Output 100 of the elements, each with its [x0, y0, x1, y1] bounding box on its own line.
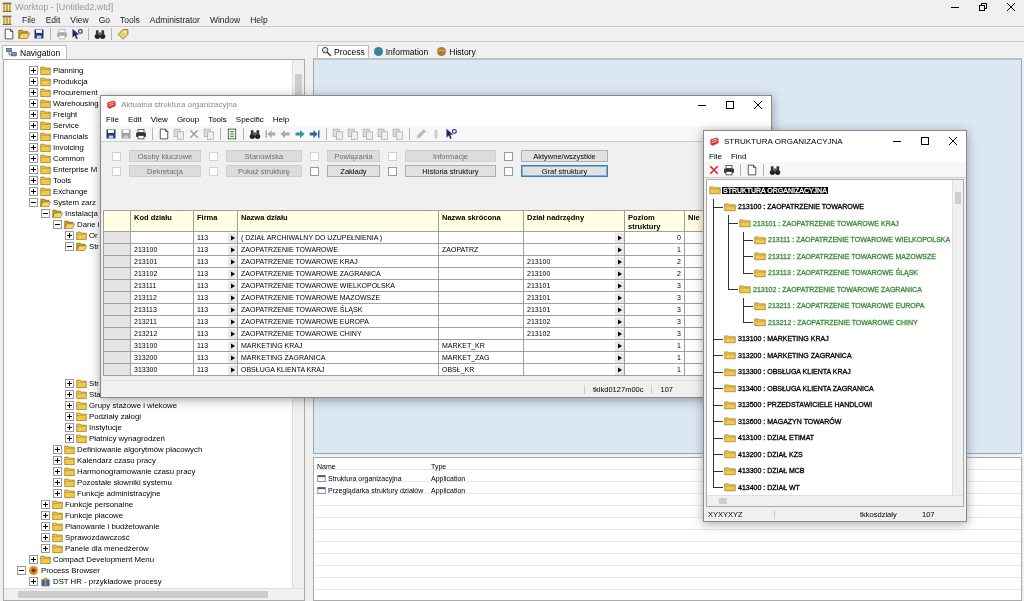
close-button[interactable]: [948, 136, 958, 146]
lookup-button[interactable]: [615, 316, 624, 327]
lookup-button[interactable]: [615, 352, 624, 363]
last-record-icon[interactable]: [309, 127, 321, 140]
menu-item[interactable]: Help: [272, 115, 290, 124]
menu-item[interactable]: File: [106, 115, 119, 124]
checkbox[interactable]: [310, 166, 319, 176]
navigation-tab[interactable]: Navigation: [2, 45, 68, 59]
expand-toggle[interactable]: [41, 544, 50, 553]
expand-toggle[interactable]: [29, 66, 38, 75]
lookup-button[interactable]: [228, 352, 237, 363]
menu-item[interactable]: Specific: [235, 115, 264, 124]
menu-item[interactable]: Tools: [120, 14, 140, 25]
new-document-icon[interactable]: [746, 163, 758, 176]
expand-toggle[interactable]: [53, 478, 62, 487]
expand-toggle[interactable]: [41, 209, 50, 218]
lookup-button[interactable]: [615, 340, 624, 351]
expand-toggle[interactable]: [41, 522, 50, 531]
checkbox[interactable]: [388, 166, 397, 176]
close-button[interactable]: [753, 99, 763, 110]
lookup-button[interactable]: [228, 364, 237, 375]
menu-item[interactable]: View: [70, 14, 89, 25]
lookup-button[interactable]: [615, 280, 624, 291]
expand-toggle[interactable]: [41, 511, 50, 520]
menu-item[interactable]: Edit: [127, 115, 142, 124]
restore-button[interactable]: [978, 1, 988, 12]
expand-toggle[interactable]: [65, 390, 74, 399]
help-cursor-icon[interactable]: [71, 28, 83, 40]
close-button[interactable]: [1006, 1, 1016, 12]
lookup-button[interactable]: [615, 304, 624, 315]
expand-toggle[interactable]: [29, 110, 38, 119]
expand-toggle[interactable]: [29, 198, 38, 207]
expand-toggle[interactable]: [65, 379, 74, 388]
lookup-button[interactable]: [228, 244, 237, 255]
expand-toggle[interactable]: [29, 99, 38, 108]
lookup-button[interactable]: [615, 364, 624, 375]
expand-toggle[interactable]: [41, 500, 50, 509]
new-document-icon[interactable]: [3, 28, 15, 40]
menu-item[interactable]: Help: [250, 14, 268, 25]
menu-item[interactable]: Edit: [45, 14, 61, 25]
lookup-button[interactable]: [228, 304, 237, 315]
expand-toggle[interactable]: [53, 220, 62, 229]
maximize-button[interactable]: [920, 136, 930, 146]
menu-item[interactable]: Administrator: [149, 14, 200, 25]
expand-toggle[interactable]: [65, 401, 74, 410]
expand-toggle[interactable]: [53, 489, 62, 498]
expand-toggle[interactable]: [65, 242, 74, 251]
expand-toggle[interactable]: [29, 143, 38, 152]
save-icon[interactable]: [33, 28, 45, 40]
lookup-button[interactable]: [228, 340, 237, 351]
expand-toggle[interactable]: [29, 154, 38, 163]
expand-toggle[interactable]: [41, 533, 50, 542]
scrollbar[interactable]: [4, 588, 304, 600]
lookup-button[interactable]: [228, 232, 237, 243]
menu-item[interactable]: Tools: [208, 115, 227, 124]
tag-icon[interactable]: [117, 28, 129, 40]
lookup-button[interactable]: [228, 256, 237, 267]
lookup-button[interactable]: [615, 244, 624, 255]
expand-toggle[interactable]: [29, 577, 38, 586]
menu-item[interactable]: View: [150, 115, 168, 124]
lookup-button[interactable]: [228, 280, 237, 291]
expand-toggle[interactable]: [29, 176, 38, 185]
expand-toggle[interactable]: [29, 555, 38, 564]
expand-toggle[interactable]: [29, 88, 38, 97]
binoculars-icon[interactable]: [249, 127, 261, 140]
new-document-icon[interactable]: [158, 127, 170, 140]
expand-toggle[interactable]: [65, 231, 74, 240]
next-record-icon[interactable]: [294, 127, 306, 140]
printer-icon[interactable]: [723, 163, 735, 176]
menu-item[interactable]: Window: [209, 14, 241, 25]
binoculars-icon[interactable]: [769, 163, 781, 176]
help-cursor-icon[interactable]: [445, 127, 457, 140]
tab[interactable]: History: [432, 45, 480, 58]
lookup-button[interactable]: [615, 292, 624, 303]
expand-toggle[interactable]: [65, 434, 74, 443]
floppy-icon[interactable]: [105, 127, 117, 140]
menu-item[interactable]: File: [22, 14, 36, 25]
tab[interactable]: Process: [317, 45, 369, 58]
expand-toggle[interactable]: [53, 445, 62, 454]
printer-icon[interactable]: [135, 127, 147, 140]
scrollbar[interactable]: [707, 495, 963, 506]
tab[interactable]: Information: [368, 45, 433, 58]
lookup-button[interactable]: [615, 328, 624, 339]
menu-item[interactable]: Group: [176, 115, 200, 124]
checkbox[interactable]: [504, 151, 513, 161]
menu-item[interactable]: Find: [730, 152, 747, 161]
lookup-button[interactable]: [228, 316, 237, 327]
expand-toggle[interactable]: [29, 165, 38, 174]
lookup-button[interactable]: [228, 292, 237, 303]
expand-toggle[interactable]: [29, 77, 38, 86]
lookup-button[interactable]: [615, 256, 624, 267]
lookup-button[interactable]: [615, 232, 624, 243]
binoculars-icon[interactable]: [94, 28, 106, 40]
menu-item[interactable]: Go: [98, 14, 110, 25]
menu-item[interactable]: File: [709, 152, 722, 161]
list-document-icon[interactable]: [226, 127, 238, 140]
expand-toggle[interactable]: [65, 412, 74, 421]
maximize-button[interactable]: [725, 99, 735, 110]
expand-toggle[interactable]: [53, 456, 62, 465]
expand-toggle[interactable]: [29, 132, 38, 141]
